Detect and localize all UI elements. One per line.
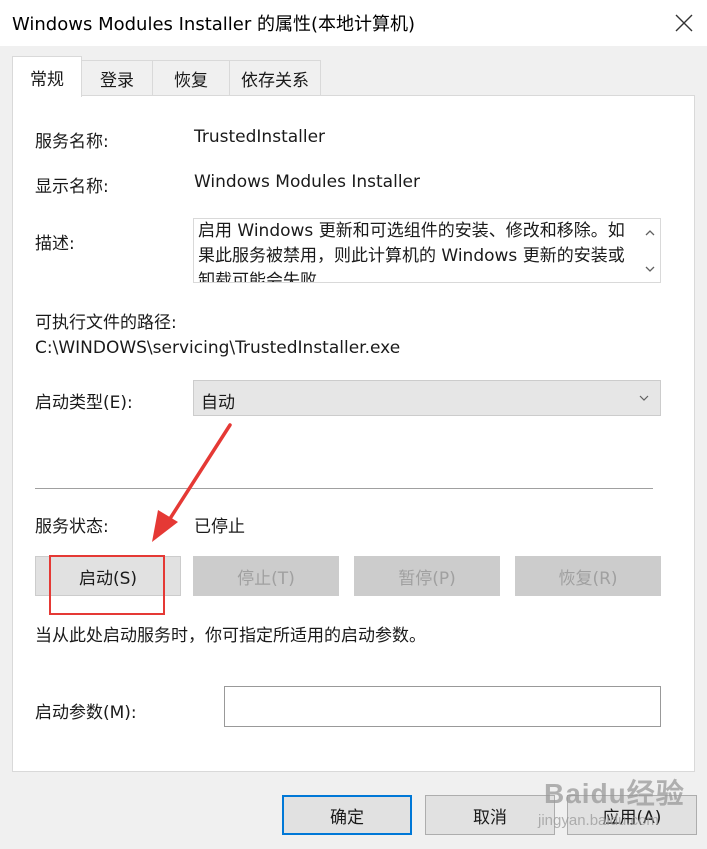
service-name-value: TrustedInstaller: [194, 127, 326, 147]
tab-recovery-label: 恢复: [174, 71, 208, 91]
display-name-value: Windows Modules Installer: [194, 172, 420, 192]
start-button[interactable]: 启动(S): [35, 556, 181, 596]
start-params-label: 启动参数(M):: [35, 703, 137, 723]
start-button-label: 启动(S): [78, 568, 138, 589]
general-tab-panel: [12, 95, 695, 772]
tab-general-label: 常规: [30, 69, 64, 90]
tab-general[interactable]: 常规: [12, 56, 82, 97]
description-box[interactable]: 启用 Windows 更新和可选组件的安装、修改和移除。如果此服务被禁用，则此计…: [193, 218, 661, 283]
exe-path-label: 可执行文件的路径:: [35, 313, 177, 333]
startup-type-label: 启动类型(E):: [35, 393, 133, 413]
cancel-button[interactable]: 取消: [425, 795, 555, 835]
description-scrollbar[interactable]: [640, 219, 660, 282]
section-divider: [35, 488, 653, 489]
service-status-label: 服务状态:: [35, 517, 109, 537]
scroll-down-icon[interactable]: [644, 263, 656, 275]
description-label: 描述:: [35, 234, 75, 254]
startup-type-value: 自动: [201, 393, 235, 413]
apply-button[interactable]: 应用(A): [567, 795, 697, 835]
tab-logon-label: 登录: [100, 71, 134, 91]
cancel-button-label: 取消: [473, 807, 507, 828]
startup-type-select[interactable]: 自动: [193, 380, 661, 416]
scroll-up-icon[interactable]: [644, 227, 656, 239]
service-status-value: 已停止: [194, 517, 245, 537]
tab-dependencies[interactable]: 依存关系: [229, 60, 321, 96]
tab-logon[interactable]: 登录: [81, 60, 153, 96]
resume-button-label: 恢复(R): [558, 568, 618, 589]
tab-recovery[interactable]: 恢复: [152, 60, 230, 96]
close-icon: [675, 14, 693, 32]
ok-button[interactable]: 确定: [282, 795, 412, 835]
close-button[interactable]: [661, 0, 707, 46]
stop-button[interactable]: 停止(T): [193, 556, 339, 596]
resume-button[interactable]: 恢复(R): [515, 556, 661, 596]
title-bar: Windows Modules Installer 的属性(本地计算机): [0, 0, 707, 46]
exe-path-value: C:\WINDOWS\servicing\TrustedInstaller.ex…: [35, 338, 401, 358]
start-params-hint: 当从此处启动服务时，你可指定所适用的启动参数。: [35, 626, 426, 646]
stop-button-label: 停止(T): [237, 568, 295, 589]
description-text: 启用 Windows 更新和可选组件的安装、修改和移除。如果此服务被禁用，则此计…: [198, 221, 625, 283]
ok-button-label: 确定: [330, 807, 364, 828]
start-params-input[interactable]: [224, 686, 661, 727]
pause-button[interactable]: 暂停(P): [354, 556, 500, 596]
service-name-label: 服务名称:: [35, 132, 109, 152]
tab-dependencies-label: 依存关系: [241, 71, 309, 91]
apply-button-label: 应用(A): [602, 807, 662, 828]
pause-button-label: 暂停(P): [398, 568, 456, 589]
chevron-down-icon: [639, 395, 649, 401]
display-name-label: 显示名称:: [35, 177, 109, 197]
window-title: Windows Modules Installer 的属性(本地计算机): [12, 14, 416, 35]
